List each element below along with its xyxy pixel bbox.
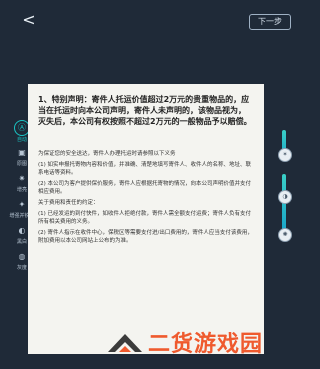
- grayscale-icon: ◍: [18, 252, 26, 261]
- adjust-panel: ✶ ◑ ✺: [276, 130, 292, 260]
- brightness-icon: ✷: [18, 174, 26, 183]
- next-button[interactable]: 下一步: [249, 14, 291, 30]
- document-paragraph: (1) 如实申报托寄物内容和价值，并准确、清楚地填写寄件人、收件人的名称、地址、…: [38, 162, 252, 176]
- tool-label: 原图: [16, 161, 27, 167]
- document-paragraph: 为保证您的安全送达，寄件人办理托运时请参照以下义务: [38, 151, 176, 157]
- watermark-logo-icon: [108, 334, 142, 352]
- top-bar: < 下一步: [0, 0, 300, 40]
- document-paragraph: (2) 本公司为客户提供保价服务，寄件人应根据托寄物的情况，向本公司声明价值并支…: [38, 181, 252, 195]
- document-paragraph: (1) 已经发运的到付快件，如收件人拒绝付款，寄件人需全额支付运费；寄件人负有支…: [38, 211, 252, 225]
- tool-label: 灰度: [16, 265, 27, 271]
- brightness-knob-icon[interactable]: ✶: [278, 148, 292, 162]
- enhance-icon: ✦: [18, 200, 26, 209]
- scanned-document[interactable]: 1、特别声明：寄件人托运价值超过2万元的贵重物品的，应当在托运时向本公司声明，寄…: [28, 84, 264, 354]
- document-body: 为保证您的安全送达，寄件人办理托运时请参照以下义务 (1) 如实申报托寄物内容和…: [38, 150, 253, 248]
- tool-label: 增亮: [16, 187, 27, 193]
- back-chevron-icon[interactable]: <: [22, 12, 36, 28]
- document-title: 1、特别声明：寄件人托运价值超过2万元的贵重物品的，应当在托运时向本公司声明，寄…: [38, 95, 252, 126]
- tool-label: 黑白: [16, 239, 27, 245]
- sharpness-knob-icon[interactable]: ✺: [278, 228, 292, 242]
- document-paragraph: (2) 寄件人指示在收件中心，保税区等需要支付进/出口费用的，寄件人应当支付该费…: [38, 230, 253, 244]
- image-icon: ▣: [18, 148, 26, 157]
- site-watermark: 二货游戏园: [108, 326, 298, 366]
- watermark-text: 二货游戏园: [148, 332, 264, 357]
- document-paragraph: 关于费用和责任的约定：: [38, 200, 99, 206]
- bw-icon: ◐: [18, 226, 26, 235]
- contrast-knob-icon[interactable]: ◑: [278, 190, 292, 204]
- tool-label: 自动: [16, 137, 27, 143]
